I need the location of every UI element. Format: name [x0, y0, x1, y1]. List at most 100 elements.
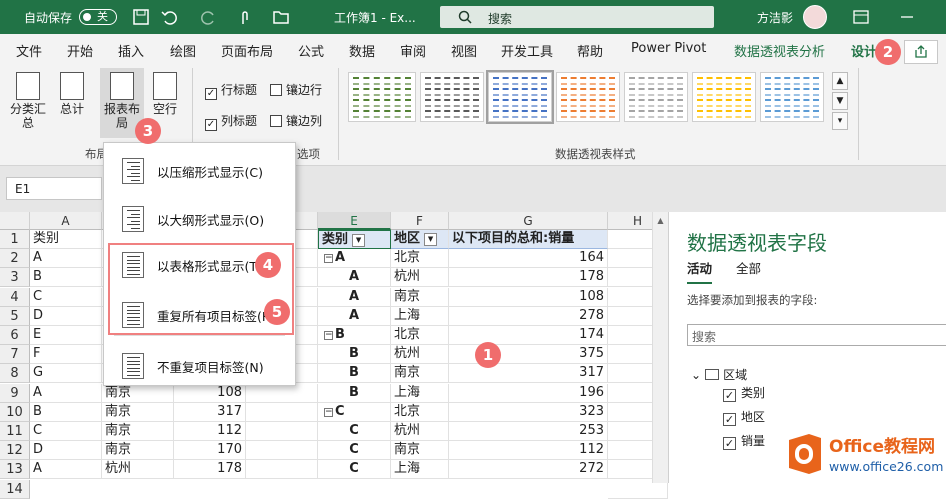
row-header[interactable]: 7	[0, 345, 30, 365]
pivot-region-cell[interactable]: 北京	[391, 249, 449, 269]
redo-icon[interactable]	[200, 8, 218, 26]
undo-icon[interactable]	[160, 8, 178, 26]
row-header[interactable]: 11	[0, 422, 30, 441]
pivot-sum-cell[interactable]: 178	[449, 268, 608, 288]
name-box[interactable]: E1	[6, 177, 102, 200]
column-header[interactable]: E	[318, 212, 391, 230]
worksheet[interactable]: ABCDEFGH1234567891011121314类别ABCDEFGA南京1…	[0, 212, 668, 499]
pivot-header-category[interactable]: 类别 ▼	[318, 230, 391, 249]
pivot-category-cell[interactable]: B	[318, 345, 391, 365]
grand-total-button[interactable]: 总计	[54, 72, 90, 116]
field-region[interactable]: ✓ 地区	[723, 408, 765, 426]
cell[interactable]: 南京	[102, 441, 174, 461]
gallery-up-button[interactable]: ▲	[832, 72, 848, 90]
cell[interactable]: 南京	[102, 422, 174, 441]
folder-icon[interactable]	[272, 8, 290, 26]
cell[interactable]: C	[30, 287, 102, 307]
pivot-style-tile[interactable]	[692, 72, 756, 122]
cell[interactable]: 112	[174, 422, 246, 441]
pivot-category-cell[interactable]: − C	[318, 402, 391, 422]
pivot-region-cell[interactable]: 上海	[391, 460, 449, 480]
subtotal-button[interactable]: 分类汇总	[8, 72, 48, 130]
cell[interactable]	[246, 402, 318, 422]
pivot-sum-cell[interactable]: 253	[449, 422, 608, 441]
pivot-style-tile[interactable]	[624, 72, 688, 122]
pivot-category-cell[interactable]: C	[318, 460, 391, 480]
tab-review[interactable]: 审阅	[400, 41, 426, 60]
tab-home[interactable]: 开始	[67, 41, 93, 60]
tab-developer[interactable]: 开发工具	[501, 41, 553, 60]
save-icon[interactable]	[132, 8, 150, 26]
cell[interactable]: 类别	[30, 230, 102, 249]
pivot-sum-cell[interactable]: 272	[449, 460, 608, 480]
tab-formulas[interactable]: 公式	[298, 41, 324, 60]
column-header[interactable]: F	[391, 212, 449, 230]
field-search-input[interactable]: 搜索	[687, 324, 946, 346]
field-table-region[interactable]: ⌄ 区域	[691, 366, 747, 383]
tab-design[interactable]: 设计	[851, 41, 878, 66]
pivot-sum-cell[interactable]: 174	[449, 326, 608, 345]
share-button[interactable]	[904, 40, 938, 64]
cell[interactable]: 317	[174, 402, 246, 422]
cell[interactable]: 108	[174, 383, 246, 403]
pivot-region-cell[interactable]: 南京	[391, 364, 449, 384]
pivot-style-tile[interactable]	[486, 70, 554, 124]
cell[interactable]: B	[30, 268, 102, 288]
row-header[interactable]: 3	[0, 268, 30, 288]
pivot-category-cell[interactable]: B	[318, 364, 391, 384]
select-all-corner[interactable]	[0, 212, 30, 230]
row-headers-checkbox[interactable]: ✓ 行标题	[205, 81, 257, 100]
autosave-toggle[interactable]: 关	[79, 9, 117, 25]
cell[interactable]: 178	[174, 460, 246, 480]
cell[interactable]: 170	[174, 441, 246, 461]
cell[interactable]: E	[30, 326, 102, 345]
pivot-category-cell[interactable]: C	[318, 441, 391, 461]
tab-page-layout[interactable]: 页面布局	[221, 41, 273, 60]
pivot-style-tile[interactable]	[556, 72, 620, 122]
tab-draw[interactable]: 绘图	[170, 41, 196, 60]
tab-active-fields[interactable]: 活动	[687, 258, 713, 284]
pivot-header-sum[interactable]: 以下项目的总和:销量	[449, 230, 608, 249]
pivot-region-cell[interactable]: 杭州	[391, 345, 449, 365]
minimize-icon[interactable]	[898, 8, 916, 26]
collapse-minus-icon[interactable]: −	[324, 407, 333, 417]
cell[interactable]: A	[30, 249, 102, 269]
pivot-sum-cell[interactable]: 164	[449, 249, 608, 269]
cell[interactable]: G	[30, 364, 102, 384]
pivot-sum-cell[interactable]: 323	[449, 402, 608, 422]
touch-mode-icon[interactable]	[236, 8, 254, 26]
pivot-region-cell[interactable]: 杭州	[391, 268, 449, 288]
gallery-down-button[interactable]: ▼	[832, 92, 848, 110]
pivot-style-tile[interactable]	[348, 72, 416, 122]
row-header[interactable]: 6	[0, 326, 30, 345]
cell[interactable]: A	[30, 460, 102, 480]
cell[interactable]: 杭州	[102, 460, 174, 480]
row-header[interactable]: 13	[0, 460, 30, 480]
avatar[interactable]	[803, 5, 827, 29]
tab-insert[interactable]: 插入	[118, 41, 144, 60]
cell[interactable]: C	[30, 422, 102, 441]
row-header[interactable]: 8	[0, 364, 30, 384]
row-header[interactable]: 10	[0, 402, 30, 422]
filter-dropdown-icon[interactable]: ▼	[424, 233, 438, 246]
pivot-category-cell[interactable]: A	[318, 268, 391, 288]
gallery-more-button[interactable]: ▾	[832, 112, 848, 130]
field-sales[interactable]: ✓ 销量	[723, 432, 765, 450]
cell[interactable]	[246, 383, 318, 403]
menu-item-layout-4[interactable]: 不重复项目标签(N)	[104, 344, 295, 386]
pivot-category-cell[interactable]: − A	[318, 249, 391, 269]
tab-all-fields[interactable]: 全部	[736, 258, 761, 277]
row-header[interactable]: 9	[0, 383, 30, 403]
search-box[interactable]: 搜索	[440, 6, 714, 28]
pivot-sum-cell[interactable]: 112	[449, 441, 608, 461]
pivot-sum-cell[interactable]: 108	[449, 287, 608, 307]
ribbon-display-icon[interactable]	[852, 8, 870, 26]
pivot-region-cell[interactable]: 北京	[391, 402, 449, 422]
row-header[interactable]: 14	[0, 479, 30, 499]
banded-cols-checkbox[interactable]: 镶边列	[270, 112, 322, 129]
column-header[interactable]: A	[30, 212, 102, 230]
tab-data[interactable]: 数据	[349, 41, 375, 60]
pivot-sum-cell[interactable]: 278	[449, 306, 608, 326]
pivot-region-cell[interactable]: 南京	[391, 287, 449, 307]
pivot-style-tile[interactable]	[420, 72, 484, 122]
